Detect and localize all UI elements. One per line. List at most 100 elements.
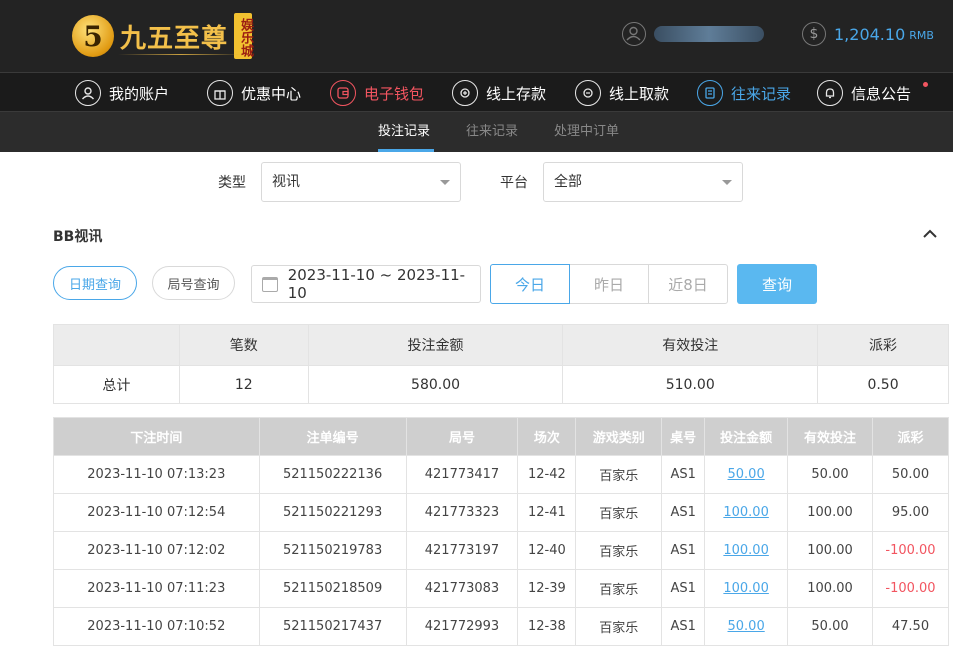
game-type: 百家乐 (575, 569, 663, 608)
records-icon (697, 80, 723, 106)
nav-label: 优惠中心 (241, 84, 302, 103)
brand-name: 九五至尊 (120, 23, 229, 54)
chevron-down-icon (722, 180, 732, 185)
bet-amount-link[interactable]: 50.00 (728, 619, 765, 634)
summary-header: 投注金额 (307, 324, 564, 366)
logo-underline (118, 54, 244, 55)
summary-table: 笔数 投注金额 有效投注 派彩 总计 12 580.00 510.00 0.50 (53, 324, 949, 404)
chevron-down-icon (440, 180, 450, 185)
tab-pending-orders[interactable]: 处理中订单 (554, 112, 619, 152)
summary-cell: 总计 (53, 365, 180, 404)
main-nav: 我的账户 优惠中心 电子钱包 线上存款 线上取款 往来记录 信息公告 (0, 72, 953, 112)
platform-label: 平台 (500, 175, 528, 191)
username-redacted (654, 26, 764, 42)
bet-amount-link[interactable]: 100.00 (723, 543, 769, 558)
date-query-button[interactable]: 日期查询 (53, 266, 137, 300)
summary-header (53, 324, 180, 366)
nav-announcements[interactable]: 信息公告 (817, 73, 911, 113)
bet-amount-link[interactable]: 100.00 (723, 505, 769, 520)
table-row: 2023-11-10 07:10:52 521150217437 4217729… (53, 607, 950, 646)
session: 12-41 (517, 493, 577, 532)
bet-id: 521150217437 (258, 607, 407, 646)
user-info[interactable] (622, 22, 764, 46)
platform-select[interactable]: 全部 (543, 162, 743, 202)
nav-label: 线上存款 (486, 84, 547, 103)
column-header: 局号 (405, 417, 519, 456)
session: 12-40 (517, 531, 577, 570)
balance-amount: 1,204.10 (834, 24, 906, 44)
session: 12-38 (517, 607, 577, 646)
nav-promotions[interactable]: 优惠中心 (207, 73, 301, 113)
type-select[interactable]: 视讯 (261, 162, 461, 202)
bet-id: 521150218509 (258, 569, 407, 608)
valid-bet: 100.00 (787, 531, 873, 570)
date-range-value: 2023-11-10 ~ 2023-11-10 (287, 266, 466, 302)
bet-id: 521150221293 (258, 493, 407, 532)
today-button[interactable]: 今日 (490, 264, 570, 304)
nav-my-account[interactable]: 我的账户 (75, 73, 169, 113)
valid-bet: 50.00 (787, 455, 873, 494)
platform-select-value: 全部 (554, 174, 582, 190)
tab-bet-records[interactable]: 投注记录 (378, 112, 430, 152)
nav-transaction-records[interactable]: 往来记录 (697, 73, 791, 113)
payout: -100.00 (871, 531, 950, 570)
game-type: 百家乐 (575, 607, 663, 646)
session: 12-39 (517, 569, 577, 608)
nav-e-wallet[interactable]: 电子钱包 (330, 73, 424, 113)
bet-time: 2023-11-10 07:13:23 (53, 455, 260, 494)
last-8-days-button[interactable]: 近8日 (648, 264, 728, 304)
column-header: 派彩 (871, 417, 950, 456)
nav-label: 我的账户 (109, 84, 170, 103)
bet-records-table: 下注时间 注单编号 局号 场次 游戏类别 桌号 投注金额 有效投注 派彩 202… (53, 417, 950, 646)
nav-online-withdraw[interactable]: 线上取款 (575, 73, 669, 113)
nav-online-deposit[interactable]: 线上存款 (452, 73, 546, 113)
notification-dot (923, 82, 928, 87)
nav-label: 往来记录 (731, 84, 792, 103)
bet-amount-link[interactable]: 100.00 (723, 581, 769, 596)
type-select-value: 视讯 (272, 174, 300, 190)
calendar-icon (262, 276, 278, 292)
active-tab-indicator (378, 149, 434, 152)
gift-icon (207, 80, 233, 106)
summary-cell: 0.50 (817, 365, 949, 404)
table-id: AS1 (661, 455, 706, 494)
valid-bet: 100.00 (787, 493, 873, 532)
round-id: 421773083 (405, 569, 519, 608)
bet-id: 521150219783 (258, 531, 407, 570)
bet-time: 2023-11-10 07:12:02 (53, 531, 260, 570)
top-header: 5 九五至尊 娱乐城 $ 1,204.10 RMB (0, 0, 953, 72)
valid-bet: 100.00 (787, 569, 873, 608)
brand-badge: 娱乐城 (234, 13, 253, 59)
column-header: 游戏类别 (575, 417, 663, 456)
nav-label: 电子钱包 (364, 84, 425, 103)
table-row: 2023-11-10 07:12:02 521150219783 4217731… (53, 531, 950, 570)
type-label: 类型 (218, 175, 246, 191)
section-title: BB视讯 (53, 229, 103, 245)
bet-time: 2023-11-10 07:10:52 (53, 607, 260, 646)
table-id: AS1 (661, 493, 706, 532)
nav-label: 线上取款 (609, 84, 670, 103)
balance-currency: RMB (909, 29, 934, 42)
balance-display: $ 1,204.10 RMB (802, 22, 934, 46)
tab-transaction-records[interactable]: 往来记录 (466, 112, 518, 152)
bet-time: 2023-11-10 07:12:54 (53, 493, 260, 532)
bet-amount-link[interactable]: 50.00 (728, 467, 765, 482)
table-id: AS1 (661, 531, 706, 570)
round-id: 421773323 (405, 493, 519, 532)
game-type: 百家乐 (575, 455, 663, 494)
date-range-picker[interactable]: 2023-11-10 ~ 2023-11-10 (251, 265, 481, 303)
user-avatar-icon (622, 22, 646, 46)
valid-bet: 50.00 (787, 607, 873, 646)
chevron-up-icon[interactable] (922, 226, 938, 242)
withdraw-icon (575, 80, 601, 106)
wallet-icon (330, 80, 356, 106)
table-row: 2023-11-10 07:11:23 521150218509 4217730… (53, 569, 950, 608)
yesterday-button[interactable]: 昨日 (569, 264, 649, 304)
deposit-icon (452, 80, 478, 106)
round-query-button[interactable]: 局号查询 (152, 266, 235, 300)
bet-id: 521150222136 (258, 455, 407, 494)
summary-header: 派彩 (817, 324, 949, 366)
query-button[interactable]: 查询 (737, 264, 817, 304)
game-type: 百家乐 (575, 531, 663, 570)
table-row: 2023-11-10 07:13:23 521150222136 4217734… (53, 455, 950, 494)
